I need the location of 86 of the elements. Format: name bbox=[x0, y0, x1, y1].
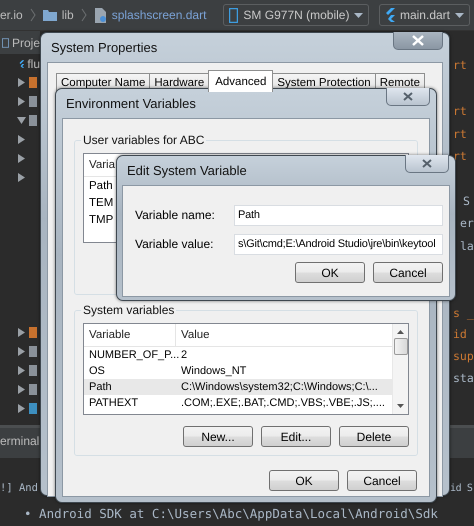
collapsed-arrow-icon[interactable] bbox=[17, 404, 26, 413]
window-title: Environment Variables bbox=[65, 95, 197, 113]
list-row[interactable]: Path C:\Windows\system32;C:\Windows;C:\... bbox=[84, 379, 392, 395]
run-config-dropdown[interactable]: main.dart bbox=[378, 4, 470, 26]
folder-icon bbox=[42, 9, 57, 21]
table-cell-text: .COM;.EXE;.BAT;.CMD;.VBS;.VBE;.JS;.... bbox=[180, 397, 386, 409]
expanded-arrow-icon[interactable] bbox=[17, 116, 26, 125]
dialog-button[interactable]: OK bbox=[269, 470, 339, 491]
close-button[interactable] bbox=[405, 155, 449, 173]
collapsed-arrow-icon[interactable] bbox=[17, 347, 26, 356]
collapsed-arrow-icon[interactable] bbox=[17, 173, 26, 182]
terminal-tab[interactable]: erminal bbox=[0, 434, 40, 448]
table-cell-text: C:\Windows\system32;C:\Windows;C:\... bbox=[180, 381, 379, 393]
caret-icon bbox=[455, 12, 464, 18]
field-label: Variable value: bbox=[134, 237, 214, 251]
group-label: User variables for ABC bbox=[82, 133, 206, 147]
breadcrumb[interactable]: lib bbox=[62, 8, 74, 22]
list-button[interactable]: Delete bbox=[339, 426, 409, 447]
table-cell-text: Windows_NT bbox=[180, 365, 248, 377]
phone-icon bbox=[229, 8, 238, 22]
tab[interactable]: Advanced bbox=[208, 70, 274, 92]
group-label: System variables bbox=[82, 303, 176, 317]
field-label: Variable name: bbox=[134, 208, 216, 222]
close-icon bbox=[412, 35, 424, 46]
tree-item[interactable]: flu bbox=[27, 56, 40, 70]
caret-icon bbox=[354, 12, 364, 18]
close-button[interactable] bbox=[386, 88, 430, 106]
list-button[interactable]: Edit... bbox=[261, 426, 331, 447]
column-header[interactable]: Value bbox=[176, 329, 392, 341]
dialog-button[interactable]: Cancel bbox=[347, 470, 417, 491]
chevron-icon bbox=[30, 8, 36, 22]
terminal-text: • Android SDK at C:\Users\Abc\AppData\Local\Android\Sdk bbox=[24, 506, 438, 521]
collapsed-arrow-icon[interactable] bbox=[17, 97, 26, 106]
list-item[interactable]: Path bbox=[84, 180, 113, 192]
collapsed-arrow-icon[interactable] bbox=[17, 154, 26, 163]
list-button[interactable]: New... bbox=[183, 426, 253, 447]
device-dropdown[interactable]: SM G977N (mobile) bbox=[223, 4, 370, 26]
list-item[interactable]: TEM bbox=[84, 196, 114, 208]
panel-icon bbox=[2, 36, 9, 48]
code-text: s _ bbox=[453, 306, 474, 320]
list-row[interactable]: OS Windows_NT bbox=[84, 363, 392, 379]
table-cell-text: 2 bbox=[180, 349, 188, 361]
terminal-text: id S bbox=[450, 483, 472, 494]
code-text: rt bbox=[453, 104, 467, 118]
window-title: System Properties bbox=[50, 39, 158, 57]
code-text: rt bbox=[453, 127, 467, 141]
table-cell-text: Path bbox=[88, 381, 113, 393]
collapsed-arrow-icon[interactable] bbox=[17, 78, 26, 87]
column-header[interactable]: Variable bbox=[84, 324, 176, 346]
collapsed-arrow-icon[interactable] bbox=[17, 135, 26, 144]
table-cell-text: NUMBER_OF_P... bbox=[88, 349, 176, 361]
scroll-down-icon[interactable] bbox=[397, 404, 404, 408]
code-text: sup bbox=[453, 349, 474, 363]
scroll-up-icon[interactable] bbox=[397, 330, 404, 334]
table-cell-text: PATHEXT bbox=[88, 397, 140, 409]
list-row[interactable]: PATHEXT .COM;.EXE;.BAT;.CMD;.VBS;.VBE;.JS;.... bbox=[84, 395, 392, 411]
code-text: id bbox=[453, 327, 467, 341]
window-title: Edit System Variable bbox=[126, 162, 248, 180]
collapsed-arrow-icon[interactable] bbox=[17, 366, 26, 375]
collapsed-arrow-icon[interactable] bbox=[17, 328, 26, 337]
close-button[interactable] bbox=[393, 32, 443, 50]
scrollbar-thumb[interactable] bbox=[394, 338, 408, 355]
list-row[interactable]: NUMBER_OF_P...2 bbox=[84, 347, 392, 363]
input-field[interactable]: Path bbox=[234, 204, 443, 226]
file-icon bbox=[94, 8, 107, 22]
code-text: er bbox=[460, 216, 474, 230]
scrollbar[interactable] bbox=[392, 324, 408, 414]
breadcrumb[interactable]: er.io bbox=[0, 8, 23, 22]
dialog-button[interactable]: Cancel bbox=[373, 262, 443, 283]
dialog-button[interactable]: OK bbox=[295, 262, 365, 283]
code-text: rt bbox=[453, 149, 467, 163]
list-item[interactable]: TMP bbox=[84, 214, 114, 226]
close-icon bbox=[422, 159, 432, 168]
chevron-icon bbox=[80, 8, 87, 22]
collapsed-arrow-icon[interactable] bbox=[17, 385, 26, 394]
code-text: la bbox=[460, 239, 474, 253]
table-cell-text: OS bbox=[88, 365, 106, 377]
breadcrumb[interactable]: splashscreen.dart bbox=[112, 8, 206, 22]
input-field[interactable]: s\Git\cmd;E:\Android Studio\jre\bin\keytool bbox=[234, 234, 443, 254]
close-icon bbox=[403, 92, 413, 101]
code-text: S bbox=[463, 194, 470, 208]
code-text: sta bbox=[453, 371, 474, 385]
column-header[interactable]: Varia bbox=[84, 159, 115, 171]
code-text: rt bbox=[453, 58, 467, 72]
terminal-text: !] And bbox=[0, 482, 38, 494]
flutter-icon bbox=[384, 8, 395, 22]
